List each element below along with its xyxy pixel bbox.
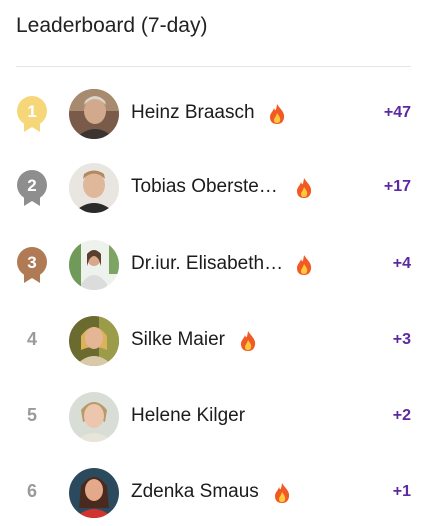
user-name[interactable]: Helene Kilger xyxy=(131,405,245,427)
medal-rank-label: 3 xyxy=(27,253,36,272)
avatar[interactable] xyxy=(69,316,119,366)
medal-rank-label: 1 xyxy=(27,102,36,121)
flame-icon xyxy=(295,177,313,199)
leaderboard-row[interactable]: 2 Tobias Oberste… +17 xyxy=(0,162,431,214)
points-value: +3 xyxy=(392,331,411,348)
points-value: +4 xyxy=(392,255,411,272)
leaderboard-title: Leaderboard (7-day) xyxy=(16,14,208,37)
user-name[interactable]: Dr.iur. Elisabeth… xyxy=(131,253,283,275)
avatar[interactable] xyxy=(69,468,119,518)
user-name[interactable]: Tobias Oberste… xyxy=(131,176,278,198)
flame-icon xyxy=(273,482,291,504)
flame-icon xyxy=(239,330,257,352)
user-name[interactable]: Zdenka Smaus xyxy=(131,481,259,503)
points-value: +47 xyxy=(383,104,411,121)
user-name[interactable]: Silke Maier xyxy=(131,329,225,351)
silver-medal-icon: 2 xyxy=(14,168,50,208)
rank-number: 4 xyxy=(26,329,37,349)
medal-rank-label: 2 xyxy=(27,176,36,195)
leaderboard-panel: Leaderboard (7-day) 1 Heinz Braasch +47 … xyxy=(0,0,431,526)
points-value: +2 xyxy=(392,407,411,424)
points-value: +17 xyxy=(383,178,411,195)
leaderboard-row[interactable]: 6 Zdenka Smaus +1 xyxy=(0,467,431,519)
rank-number: 5 xyxy=(26,405,37,425)
user-name[interactable]: Heinz Braasch xyxy=(131,102,255,124)
flame-icon xyxy=(295,254,313,276)
rank-number: 6 xyxy=(26,481,37,501)
leaderboard-row[interactable]: 5 Helene Kilger +2 xyxy=(0,391,431,443)
leaderboard-row[interactable]: 3 Dr.iur. Elisabeth… +4 xyxy=(0,239,431,291)
avatar[interactable] xyxy=(69,240,119,290)
avatar[interactable] xyxy=(69,163,119,213)
avatar[interactable] xyxy=(69,89,119,139)
flame-icon xyxy=(268,103,286,125)
leaderboard-row[interactable]: 1 Heinz Braasch +47 xyxy=(0,88,431,140)
points-value: +1 xyxy=(392,483,411,500)
leaderboard-row[interactable]: 4 Silke Maier +3 xyxy=(0,315,431,367)
avatar[interactable] xyxy=(69,392,119,442)
divider xyxy=(16,66,411,67)
bronze-medal-icon: 3 xyxy=(14,245,50,285)
gold-medal-icon: 1 xyxy=(14,94,50,134)
